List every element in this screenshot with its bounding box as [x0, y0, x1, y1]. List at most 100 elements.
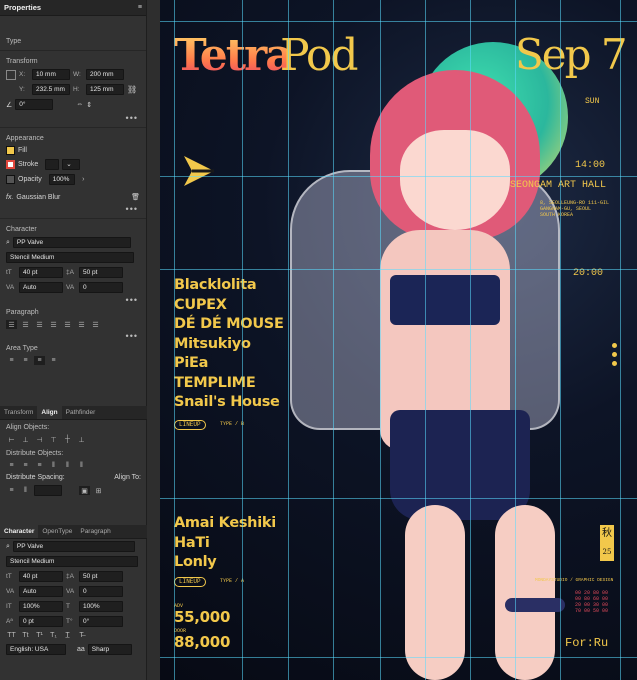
antialias-dropdown[interactable]: Sharp: [87, 644, 132, 655]
spacing-horizontal-icon[interactable]: ‖: [20, 486, 31, 495]
font-style-field[interactable]: Stencil Medium: [6, 252, 134, 263]
stroke-label: Stroke: [18, 161, 39, 168]
underline-icon[interactable]: T̲: [62, 631, 73, 640]
guide-line[interactable]: [242, 0, 243, 680]
char-rotation-field[interactable]: 0°: [79, 616, 123, 627]
opacity-field[interactable]: 100%: [48, 174, 75, 185]
opacity-arrow-icon[interactable]: ›: [78, 175, 89, 184]
artboard-canvas[interactable]: Tetra Pod Sep 7 SUN 14:00 SEONGAM ART HA…: [160, 0, 637, 680]
distribute-top-icon[interactable]: ≡: [6, 461, 17, 470]
font-size-field[interactable]: 40 pt: [19, 267, 63, 278]
font-family-field[interactable]: PP Valve: [12, 237, 131, 248]
align-center-icon[interactable]: ☰: [20, 320, 31, 329]
char-vscale-field[interactable]: 100%: [19, 601, 63, 612]
tab-align[interactable]: Align: [37, 406, 62, 419]
align-left-edge-icon[interactable]: ⊢: [6, 435, 17, 444]
justify-center-icon[interactable]: ☰: [62, 320, 73, 329]
trash-icon[interactable]: 🗑: [131, 193, 140, 201]
guide-line[interactable]: [160, 21, 637, 22]
align-left-icon[interactable]: ☰: [6, 320, 17, 329]
tab-paragraph[interactable]: Paragraph: [76, 525, 114, 538]
tab-pathfinder[interactable]: Pathfinder: [62, 406, 100, 419]
char-kerning-field[interactable]: Auto: [19, 586, 63, 597]
area-top-icon[interactable]: ≡: [6, 356, 17, 365]
justify-left-icon[interactable]: ☰: [48, 320, 59, 329]
constrain-proportions-icon[interactable]: ⛓: [127, 85, 137, 94]
properties-tab[interactable]: Properties ≡: [0, 0, 146, 16]
area-justify-icon[interactable]: ≡: [48, 356, 59, 365]
all-caps-icon[interactable]: TT: [6, 631, 17, 640]
char-tracking-field[interactable]: 0: [79, 586, 123, 597]
align-to-selection-icon[interactable]: ⊞: [93, 486, 104, 495]
align-to-artboard-icon[interactable]: ▣: [79, 486, 90, 495]
lineup-item: TEMPLIME: [174, 374, 256, 391]
align-h-center-icon[interactable]: ⊥: [20, 435, 31, 444]
guide-line[interactable]: [425, 0, 426, 680]
area-center-icon[interactable]: ≡: [20, 356, 31, 365]
fill-swatch[interactable]: [6, 146, 15, 155]
x-field[interactable]: 10 mm: [32, 69, 70, 80]
guide-line[interactable]: [160, 176, 637, 177]
subscript-icon[interactable]: T₁: [48, 631, 59, 640]
char-font-style-field[interactable]: Stencil Medium: [6, 556, 138, 567]
guide-line[interactable]: [333, 0, 334, 680]
guide-line[interactable]: [620, 0, 621, 680]
fx-icon[interactable]: fx.: [6, 194, 13, 201]
align-v-center-icon[interactable]: ┼: [62, 435, 73, 444]
distribute-bottom-icon[interactable]: ≡: [34, 461, 45, 470]
paragraph-more-icon[interactable]: •••: [126, 331, 138, 341]
tab-character[interactable]: Character: [0, 525, 39, 538]
panel-menu-icon[interactable]: ≡: [138, 4, 142, 11]
char-font-family-field[interactable]: PP Valve: [12, 541, 135, 552]
guide-line[interactable]: [380, 0, 381, 680]
char-hscale-field[interactable]: 100%: [79, 601, 123, 612]
y-field[interactable]: 232.5 mm: [32, 84, 70, 95]
appearance-more-icon[interactable]: •••: [126, 204, 138, 214]
area-bottom-icon[interactable]: ≡: [34, 356, 45, 365]
kerning-field[interactable]: Auto: [19, 282, 63, 293]
align-bottom-edge-icon[interactable]: ⊥: [76, 435, 87, 444]
strikethrough-icon[interactable]: T̶: [76, 631, 87, 640]
stroke-swatch[interactable]: [6, 160, 15, 169]
language-dropdown[interactable]: English: USA: [6, 644, 66, 655]
distribute-h-center-icon[interactable]: ‖: [62, 461, 73, 470]
superscript-icon[interactable]: T¹: [34, 631, 45, 640]
distribute-right-icon[interactable]: ‖: [76, 461, 87, 470]
guide-line[interactable]: [288, 0, 289, 680]
angle-field[interactable]: 0°: [15, 99, 54, 110]
guide-line[interactable]: [515, 0, 516, 680]
justify-all-icon[interactable]: ☰: [90, 320, 101, 329]
effect-gaussian-blur[interactable]: Gaussian Blur: [16, 194, 60, 201]
flip-horizontal-icon[interactable]: ⇔: [76, 101, 83, 108]
guide-line[interactable]: [160, 269, 637, 270]
spacing-field[interactable]: [34, 485, 62, 496]
leading-field[interactable]: 50 pt: [79, 267, 123, 278]
flip-vertical-icon[interactable]: ⇕: [86, 101, 92, 109]
reference-point-icon[interactable]: [6, 69, 16, 80]
spacing-vertical-icon[interactable]: ≡: [6, 486, 17, 495]
guide-line[interactable]: [160, 498, 637, 499]
align-top-edge-icon[interactable]: ⊤: [48, 435, 59, 444]
character-more-icon[interactable]: •••: [126, 295, 138, 305]
tab-transform[interactable]: Transform: [0, 406, 37, 419]
tracking-field[interactable]: 0: [79, 282, 123, 293]
guide-line[interactable]: [160, 657, 637, 658]
guide-line[interactable]: [174, 0, 175, 680]
align-right-edge-icon[interactable]: ⊣: [34, 435, 45, 444]
char-size-field[interactable]: 40 pt: [19, 571, 63, 582]
char-leading-field[interactable]: 50 pt: [79, 571, 123, 582]
distribute-left-icon[interactable]: ‖: [48, 461, 59, 470]
stroke-weight-field[interactable]: [45, 159, 60, 170]
distribute-v-center-icon[interactable]: ≡: [20, 461, 31, 470]
stroke-weight-dropdown[interactable]: ⌄: [62, 159, 81, 170]
h-field[interactable]: 125 mm: [86, 84, 124, 95]
guide-line[interactable]: [470, 0, 471, 680]
tab-opentype[interactable]: OpenType: [38, 525, 76, 538]
align-right-icon[interactable]: ☰: [34, 320, 45, 329]
guide-line[interactable]: [560, 0, 561, 680]
small-caps-icon[interactable]: Tt: [20, 631, 31, 640]
justify-right-icon[interactable]: ☰: [76, 320, 87, 329]
w-field[interactable]: 200 mm: [86, 69, 124, 80]
char-baseline-field[interactable]: 0 pt: [19, 616, 63, 627]
transform-more-icon[interactable]: •••: [126, 113, 138, 123]
